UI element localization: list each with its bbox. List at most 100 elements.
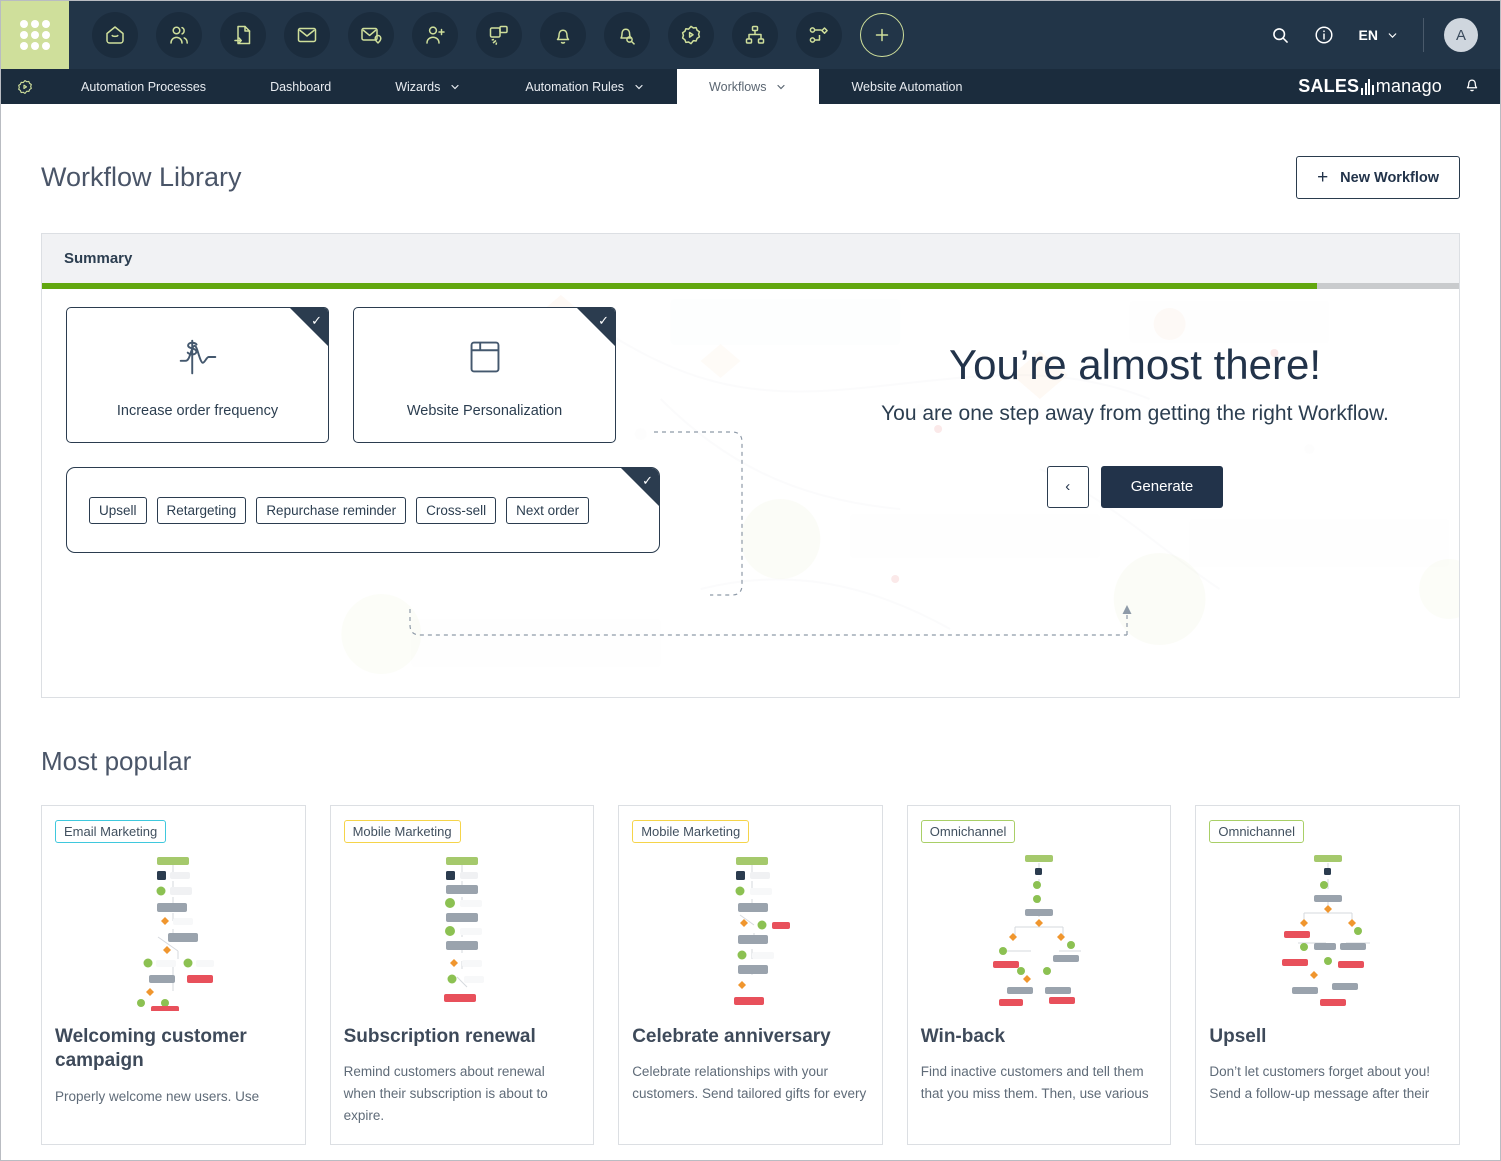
app-window: EN A Automation Processes Dashboard Wiza… bbox=[0, 0, 1501, 1161]
status-badge: Omnichannel bbox=[1209, 820, 1304, 843]
chip-retargeting[interactable]: Retargeting bbox=[156, 496, 247, 524]
search-icon[interactable] bbox=[1270, 25, 1291, 46]
email-icon[interactable] bbox=[284, 12, 330, 58]
back-button[interactable]: ‹ bbox=[1046, 465, 1089, 508]
tile-label: Increase order frequency bbox=[116, 402, 279, 419]
workflow-card-upsell[interactable]: Omnichannel Upsell Don’t let customers f… bbox=[1195, 805, 1460, 1145]
contacts-icon[interactable] bbox=[156, 12, 202, 58]
settings-gear-icon[interactable] bbox=[1, 69, 49, 104]
status-badge: Mobile Marketing bbox=[343, 820, 461, 843]
tab-automation-processes[interactable]: Automation Processes bbox=[49, 69, 238, 104]
chevron-down-icon bbox=[635, 84, 643, 89]
workflow-card-subscription-renewal[interactable]: Mobile Marketing Subscription renewal Re… bbox=[329, 805, 595, 1145]
selected-corner bbox=[290, 308, 328, 346]
tab-workflows[interactable]: Workflows bbox=[677, 69, 820, 104]
chevron-down-icon bbox=[1388, 32, 1397, 38]
tab-dashboard[interactable]: Dashboard bbox=[238, 69, 363, 104]
chip-cross-sell[interactable]: Cross-sell bbox=[416, 496, 497, 524]
workflow-thumbnail bbox=[632, 847, 869, 1015]
tab-automation-rules[interactable]: Automation Rules bbox=[493, 69, 677, 104]
tile-label: Website Personalization bbox=[406, 402, 563, 419]
sitemap-icon[interactable] bbox=[732, 12, 778, 58]
chip-upsell[interactable]: Upsell bbox=[89, 496, 147, 524]
status-badge: Mobile Marketing bbox=[632, 820, 750, 843]
workflow-diagram-icon bbox=[1281, 855, 1370, 1006]
check-icon: ✓ bbox=[311, 313, 322, 328]
workflow-diagram-icon bbox=[993, 855, 1082, 1006]
card-description: Celebrate relationships with your custom… bbox=[632, 1064, 867, 1102]
card-title: Welcoming customer campaign bbox=[55, 1026, 247, 1072]
nav-icon-group bbox=[83, 12, 913, 58]
chip-repurchase-reminder[interactable]: Repurchase reminder bbox=[256, 496, 407, 524]
page-header: Workflow Library + New Workflow bbox=[41, 104, 1460, 233]
bell-icon[interactable] bbox=[540, 12, 586, 58]
brand-left-text: SALES bbox=[1298, 76, 1360, 96]
tab-label: Workflows bbox=[709, 79, 767, 94]
tab-wizards[interactable]: Wizards bbox=[363, 69, 493, 104]
summary-body: ✓ Increase order frequency ✓ Website Per… bbox=[42, 289, 1459, 697]
plus-icon[interactable] bbox=[860, 13, 904, 57]
nav-divider bbox=[1423, 18, 1424, 52]
workflow-card-welcoming-customer-campaign[interactable]: Email Marketing Welcoming customer campa… bbox=[41, 805, 306, 1145]
summary-panel: Summary ✓ Increase order frequency ✓ Web… bbox=[41, 233, 1460, 698]
language-label: EN bbox=[1358, 27, 1378, 43]
tile-increase-order-frequency[interactable]: ✓ Increase order frequency bbox=[66, 307, 329, 443]
tab-label: Website Automation bbox=[851, 79, 963, 94]
email-location-icon[interactable] bbox=[348, 12, 394, 58]
add-user-icon[interactable] bbox=[412, 12, 458, 58]
status-badge: Email Marketing bbox=[55, 820, 167, 843]
brand-right-text: manago bbox=[1375, 76, 1442, 96]
most-popular-title: Most popular bbox=[41, 746, 192, 776]
generate-button[interactable]: Generate bbox=[1100, 465, 1224, 508]
workflow-diagram-icon bbox=[734, 857, 791, 1005]
workflow-thumbnail bbox=[921, 847, 1158, 1015]
avatar[interactable]: A bbox=[1444, 18, 1478, 52]
plus-icon: + bbox=[1317, 167, 1329, 188]
notification-bell-icon[interactable] bbox=[1462, 74, 1482, 99]
card-title: Upsell bbox=[1209, 1026, 1267, 1047]
workflow-card-celebrate-anniversary[interactable]: Mobile Marketing Celebrate anniversary C… bbox=[618, 805, 883, 1145]
tab-website-automation[interactable]: Website Automation bbox=[819, 69, 994, 104]
summary-heading: Summary bbox=[42, 234, 1459, 283]
promo-actions: ‹ Generate bbox=[855, 465, 1415, 508]
web-push-icon[interactable] bbox=[476, 12, 522, 58]
promo-title: You’re almost there! bbox=[949, 341, 1321, 388]
workflow-thumbnail bbox=[1209, 847, 1446, 1015]
promo-block: You’re almost there! You are one step aw… bbox=[855, 341, 1415, 508]
selected-corner bbox=[577, 308, 615, 346]
tile-website-personalization[interactable]: ✓ Website Personalization bbox=[353, 307, 616, 443]
browser-window-icon bbox=[460, 332, 510, 387]
top-navigation-bar: EN A bbox=[1, 1, 1500, 69]
chips-selection-box[interactable]: ✓ Upsell Retargeting Repurchase reminder… bbox=[66, 467, 660, 553]
workflow-card-win-back[interactable]: Omnichannel Win-back Find inactive custo… bbox=[906, 805, 1172, 1145]
card-title: Celebrate anniversary bbox=[632, 1026, 831, 1047]
workflow-diagram-icon bbox=[443, 857, 484, 1002]
tab-label: Dashboard bbox=[270, 79, 332, 94]
most-popular-cards: Email Marketing Welcoming customer campa… bbox=[41, 805, 1460, 1145]
brand-bars-icon bbox=[1361, 78, 1374, 95]
language-selector[interactable]: EN bbox=[1359, 27, 1399, 43]
workflow-icon[interactable] bbox=[796, 12, 842, 58]
info-icon[interactable] bbox=[1313, 24, 1335, 46]
bell-search-icon[interactable] bbox=[604, 12, 650, 58]
page-title: Workflow Library bbox=[41, 162, 242, 192]
gear-play-icon[interactable] bbox=[668, 12, 714, 58]
workflow-thumbnail bbox=[55, 847, 292, 1015]
tab-label: Wizards bbox=[395, 79, 441, 94]
apps-grid-icon[interactable] bbox=[1, 1, 69, 69]
workflow-diagram-icon bbox=[137, 857, 215, 1011]
tile-row: ✓ Increase order frequency ✓ Website Per… bbox=[66, 307, 660, 443]
chip-next-order[interactable]: Next order bbox=[506, 496, 590, 524]
tab-label: Automation Rules bbox=[525, 79, 625, 94]
card-title: Win-back bbox=[920, 1026, 1006, 1047]
check-icon: ✓ bbox=[642, 473, 653, 488]
new-workflow-button[interactable]: + New Workflow bbox=[1296, 156, 1460, 199]
tab-label: Automation Processes bbox=[81, 79, 207, 94]
card-description: Don’t let customers forget about you! Se… bbox=[1209, 1064, 1430, 1102]
document-export-icon[interactable] bbox=[220, 12, 266, 58]
home-icon[interactable] bbox=[92, 12, 138, 58]
secondary-tab-bar: Automation Processes Dashboard Wizards A… bbox=[1, 69, 1500, 104]
selected-corner bbox=[621, 468, 659, 506]
dollar-wave-icon bbox=[173, 332, 223, 387]
main-content: Workflow Library + New Workflow Summary bbox=[1, 104, 1500, 1145]
